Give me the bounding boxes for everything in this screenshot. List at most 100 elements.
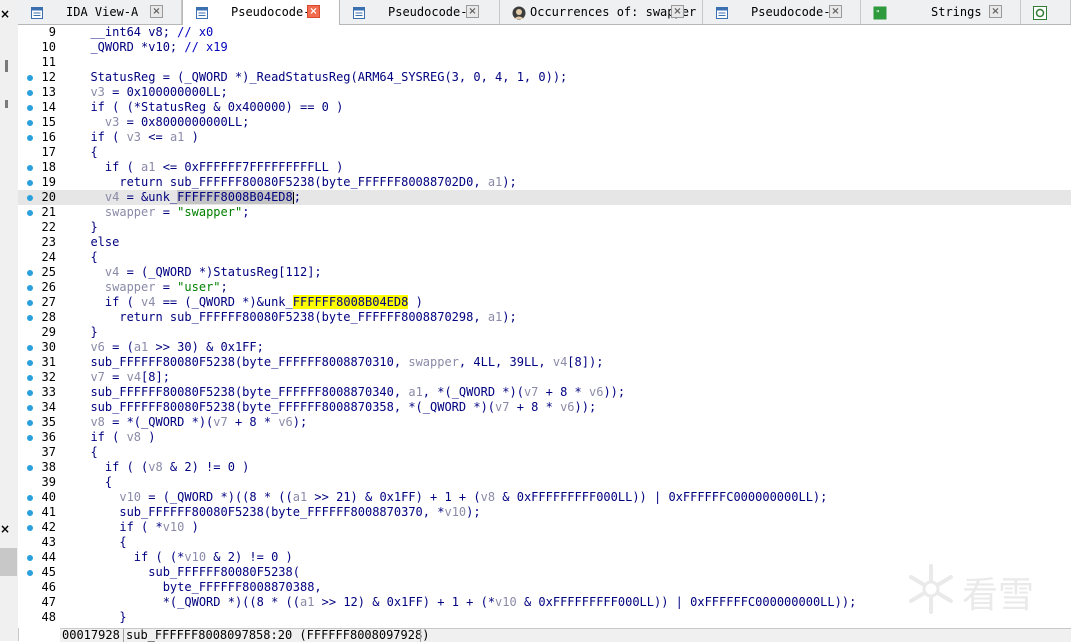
close-tab-icon[interactable]: × [989, 5, 1002, 18]
line-number: 27 [41, 295, 56, 309]
code-text: { [76, 145, 98, 160]
line-number: 10 [41, 40, 56, 54]
code-line[interactable]: 43 { [18, 535, 1071, 550]
line-number: 12 [41, 70, 56, 84]
code-line[interactable]: 23 else [18, 235, 1071, 250]
code-line[interactable]: 39 { [18, 475, 1071, 490]
close-tab-icon[interactable]: × [466, 5, 479, 18]
code-line[interactable]: 9 __int64 v8; // x0 [18, 25, 1071, 40]
tab-label: Strings [931, 5, 982, 19]
code-line[interactable]: 28 return sub_FFFFFF80080F5238(byte_FFFF… [18, 310, 1071, 325]
code-token: if ( (* [76, 550, 185, 564]
dock-panel-header [0, 548, 17, 576]
tab-label: IDA View-A [66, 5, 139, 19]
code-token: = [155, 280, 178, 294]
tab-occurrences-of-swapper[interactable]: Occurrences of: swapper × [500, 0, 703, 24]
close-tab-icon[interactable]: × [307, 5, 320, 18]
line-number: 33 [41, 385, 56, 399]
line-number: 32 [41, 370, 56, 384]
code-line[interactable]: 25 v4 = (_QWORD *)StatusReg[112]; [18, 265, 1071, 280]
code-token: _QWORD *v10; [76, 40, 185, 54]
code-token: } [76, 220, 98, 234]
pseudocode-view[interactable]: 9 __int64 v8; // x0 10 _QWORD *v10; // x1… [18, 25, 1071, 628]
code-line[interactable]: 33 sub_FFFFFF80080F5238(byte_FFFFFF80088… [18, 385, 1071, 400]
code-text: _QWORD *v10; // x19 [76, 40, 227, 55]
code-line[interactable]: 12 StatusReg = (_QWORD *)_ReadStatusReg(… [18, 70, 1071, 85]
code-line[interactable]: 10 _QWORD *v10; // x19 [18, 40, 1071, 55]
code-line[interactable]: 21 swapper = "swapper"; [18, 205, 1071, 220]
code-token: StatusReg = (_QWORD *)_ReadStatusReg(ARM… [76, 70, 568, 84]
code-token: = &unk_ [119, 190, 178, 204]
line-number: 34 [41, 400, 56, 414]
code-line[interactable]: 31 sub_FFFFFF80080F5238(byte_FFFFFF80088… [18, 355, 1071, 370]
code-token: ) [408, 295, 423, 309]
code-line[interactable]: 20 v4 = &unk_FFFFFF8008B04ED8; [18, 190, 1071, 205]
code-line[interactable]: 19 return sub_FFFFFF80080F5238(byte_FFFF… [18, 175, 1071, 190]
tab-pseudocode-c[interactable]: Pseudocode-C × [182, 0, 340, 25]
tab-more[interactable] [1021, 0, 1071, 24]
code-token: { [76, 145, 98, 159]
close-tab-icon[interactable]: × [150, 5, 163, 18]
code-line[interactable]: 15 v3 = 0x8000000000LL; [18, 115, 1071, 130]
dock-scrollbar[interactable] [5, 100, 8, 108]
line-number: 37 [41, 445, 56, 459]
code-line[interactable]: 14 if ( (*StatusReg & 0x400000) == 0 ) [18, 100, 1071, 115]
code-line[interactable]: 11 [18, 55, 1071, 70]
code-line[interactable]: 42 if ( *v10 ) [18, 520, 1071, 535]
close-tab-icon[interactable]: × [671, 5, 684, 18]
code-token: = [104, 370, 127, 384]
status-location: sub_FFFFFF8008097858:20 (FFFFFF800809792… [126, 628, 430, 642]
line-number: 16 [41, 130, 56, 144]
variable: v10 [444, 505, 467, 519]
code-line[interactable]: 36 if ( v8 ) [18, 430, 1071, 445]
code-line[interactable]: 26 swapper = "user"; [18, 280, 1071, 295]
code-token: + 8 * [538, 385, 589, 399]
tab-ida-view-a[interactable]: IDA View-A × [18, 0, 182, 24]
tab-pseudocode-a[interactable]: Pseudocode-A × [703, 0, 861, 24]
code-token: , 4LL, 39LL, [458, 355, 553, 369]
code-token: = 0x8000000000LL; [119, 115, 250, 129]
code-line[interactable]: 16 if ( v3 <= a1 ) [18, 130, 1071, 145]
code-line[interactable]: 30 v6 = (a1 >> 30) & 0x1FF; [18, 340, 1071, 355]
code-line[interactable]: 41 sub_FFFFFF80080F5238(byte_FFFFFF80088… [18, 505, 1071, 520]
code-text: v8 = *(_QWORD *)(v7 + 8 * v6); [76, 415, 307, 430]
variable: v6 [588, 385, 604, 399]
code-text: if ( a1 <= 0xFFFFFF7FFFFFFFFFLL ) [76, 160, 343, 175]
code-token: ) [141, 430, 156, 444]
code-line[interactable]: 27 if ( v4 == (_QWORD *)&unk_FFFFFF8008B… [18, 295, 1071, 310]
variable: v7 [523, 385, 539, 399]
dock-scrollbar[interactable] [5, 60, 8, 72]
line-number: 21 [41, 205, 56, 219]
code-line[interactable]: 13 v3 = 0x100000000LL; [18, 85, 1071, 100]
code-line[interactable]: 17 { [18, 145, 1071, 160]
code-line[interactable]: 35 v8 = *(_QWORD *)(v7 + 8 * v6); [18, 415, 1071, 430]
tab-pseudocode-b[interactable]: Pseudocode-B × [340, 0, 500, 24]
code-line[interactable]: 29 } [18, 325, 1071, 340]
close-tab-icon[interactable]: × [829, 5, 842, 18]
code-line[interactable]: 38 if ( (v8 & 2) != 0 ) [18, 460, 1071, 475]
code-text: { [76, 445, 97, 460]
code-token: byte_FFFFFF8008870388, [76, 580, 322, 594]
code-token: & 0xFFFFFFFFF000LL)) | 0xFFFFFFC00000000… [495, 490, 828, 504]
code-text: v4 = &unk_FFFFFF8008B04ED8; [76, 190, 301, 205]
code-line[interactable]: 37 { [18, 445, 1071, 460]
code-token: } [76, 610, 127, 624]
line-number: 38 [41, 460, 56, 474]
variable: v7 [213, 415, 228, 429]
line-number: 18 [41, 160, 56, 174]
close-panel-icon[interactable]: × [0, 522, 12, 538]
code-line[interactable]: 34 sub_FFFFFF80080F5238(byte_FFFFFF80088… [18, 400, 1071, 415]
code-line[interactable]: 22 } [18, 220, 1071, 235]
selected-identifier: FFFFFF8008B04ED8 [177, 190, 293, 204]
code-line[interactable]: 24 { [18, 250, 1071, 265]
code-text: v3 = 0x100000000LL; [76, 85, 227, 100]
line-number: 45 [41, 565, 56, 579]
code-text: { [76, 535, 126, 550]
code-line[interactable]: 40 v10 = (_QWORD *)((8 * ((a1 >> 21) & 0… [18, 490, 1071, 505]
code-line[interactable]: 18 if ( a1 <= 0xFFFFFF7FFFFFFFFFLL ) [18, 160, 1071, 175]
code-text: sub_FFFFFF80080F5238(byte_FFFFFF80088703… [76, 400, 596, 415]
variable: a1 [487, 310, 503, 324]
code-line[interactable]: 32 v7 = v4[8]; [18, 370, 1071, 385]
tab-strings[interactable]: " Strings × [861, 0, 1021, 24]
close-panel-icon[interactable]: × [0, 7, 12, 23]
